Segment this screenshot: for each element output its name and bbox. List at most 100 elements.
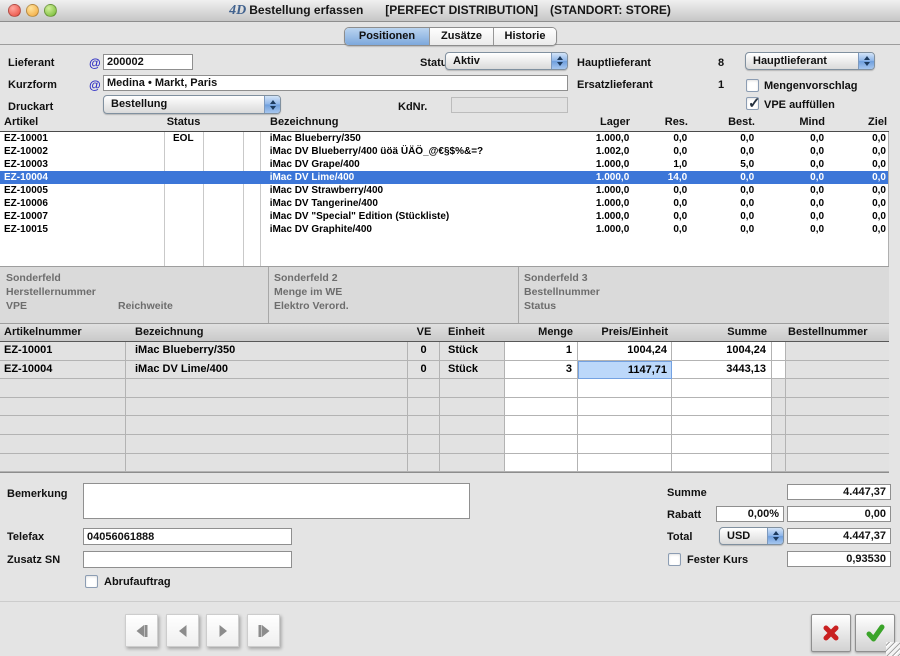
- rabatt-amount-field[interactable]: 0,00: [787, 506, 891, 522]
- elektro-verord-label: Elektro Verord.: [274, 300, 349, 312]
- col-bezeichnung2-header: Bezeichnung: [126, 324, 408, 341]
- kurs-field[interactable]: 0,93530: [787, 551, 891, 567]
- position-row-empty[interactable]: [0, 435, 889, 454]
- ersatzlieferant-count: 1: [714, 79, 728, 91]
- bestellung-erfassen-window: 4DBestellung erfassen [PERFECT DISTRIBUTI…: [0, 0, 900, 656]
- col-bestellnummer-header: Bestellnummer: [786, 324, 889, 341]
- article-row[interactable]: EZ-10003iMac DV Grape/4001.000,01,05,00,…: [0, 158, 888, 171]
- hauptlieferant-label: Hauptlieferant: [577, 57, 651, 69]
- ersatzlieferant-label: Ersatzlieferant: [577, 79, 653, 91]
- article-row[interactable]: EZ-10007iMac DV "Special" Edition (Stück…: [0, 210, 888, 223]
- popup-arrows-icon: [264, 96, 280, 113]
- article-row[interactable]: EZ-10015iMac DV Graphite/4001.000,00,00,…: [0, 223, 888, 236]
- position-row-empty[interactable]: [0, 379, 889, 398]
- 4d-logo-icon: 4D: [229, 3, 246, 18]
- tab-historie[interactable]: Historie: [494, 28, 556, 45]
- position-row-empty[interactable]: [0, 416, 889, 435]
- articles-table: EZ-10001EOLiMac Blueberry/3501.000,00,00…: [0, 132, 889, 266]
- nav-first-button[interactable]: [125, 614, 158, 647]
- window-title-app: Bestellung erfassen: [249, 3, 363, 17]
- article-row[interactable]: EZ-10005iMac DV Strawberry/4001.000,00,0…: [0, 184, 888, 197]
- first-record-icon: [133, 622, 151, 640]
- kurzform-label: Kurzform: [8, 79, 57, 91]
- previous-record-icon: [174, 622, 192, 640]
- reichweite-label: Reichweite: [118, 300, 173, 312]
- bemerkung-textarea[interactable]: [83, 483, 470, 519]
- positions-table-header: Artikelnummer Bezeichnung VE Einheit Men…: [0, 324, 889, 342]
- total-field: 4.447,37: [787, 528, 891, 544]
- col-best-header: Best.: [690, 114, 757, 131]
- nav-previous-button[interactable]: [166, 614, 199, 647]
- col-artikelnummer-header: Artikelnummer: [0, 324, 126, 341]
- total-label: Total: [667, 531, 692, 543]
- vpe-label: VPE: [6, 300, 27, 312]
- summe-label: Summe: [667, 487, 707, 499]
- fester-kurs-checkbox[interactable]: [668, 553, 681, 566]
- nav-next-button[interactable]: [206, 614, 239, 647]
- summe-cell[interactable]: 3443,13: [672, 361, 772, 380]
- window-title: 4DBestellung erfassen [PERFECT DISTRIBUTI…: [0, 3, 900, 19]
- bestellnummer-label: Bestellnummer: [524, 286, 600, 298]
- position-row[interactable]: EZ-10004 iMac DV Lime/400 0 Stück 3 1147…: [0, 361, 889, 380]
- abrufauftrag-checkbox[interactable]: [85, 575, 98, 588]
- abrufauftrag-label: Abrufauftrag: [104, 576, 171, 588]
- kurzform-input[interactable]: [103, 75, 568, 91]
- telefax-input[interactable]: [83, 528, 292, 545]
- vpe-auffuellen-checkbox[interactable]: [746, 97, 759, 110]
- rabatt-label: Rabatt: [667, 509, 701, 521]
- position-row[interactable]: EZ-10001 iMac Blueberry/350 0 Stück 1 10…: [0, 342, 889, 361]
- article-row[interactable]: EZ-10001EOLiMac Blueberry/3501.000,00,00…: [0, 132, 888, 145]
- menge-cell[interactable]: 3: [505, 361, 578, 380]
- zusatz-sn-input[interactable]: [83, 551, 292, 568]
- articles-table-header: Artikel Status Bezeichnung Lager Res. Be…: [0, 114, 889, 132]
- preis-cell[interactable]: 1004,24: [578, 342, 672, 361]
- popup-arrows-icon: [551, 53, 567, 69]
- status-dropdown[interactable]: Aktiv: [445, 52, 568, 70]
- tab-positionen[interactable]: Positionen: [345, 28, 430, 45]
- article-row-selected[interactable]: EZ-10004iMac DV Lime/4001.000,014,00,00,…: [0, 171, 888, 184]
- confirm-check-icon: [864, 622, 886, 644]
- menge-im-we-label: Menge im WE: [274, 286, 342, 298]
- article-row[interactable]: EZ-10006iMac DV Tangerine/4001.000,00,00…: [0, 197, 888, 210]
- fester-kurs-label: Fester Kurs: [687, 554, 748, 566]
- rabatt-percent-field[interactable]: 0,00%: [716, 506, 784, 522]
- footer-divider: [0, 601, 900, 602]
- cancel-button[interactable]: [811, 614, 851, 652]
- col-res-header: Res.: [632, 114, 690, 131]
- zusatz-sn-label: Zusatz SN: [7, 554, 60, 566]
- col-mind-header: Mind: [757, 114, 827, 131]
- sonderfeld-label: Sonderfeld: [6, 272, 61, 284]
- lieferant-input[interactable]: [103, 54, 193, 70]
- hauptlieferant-count: 8: [714, 57, 728, 69]
- kurzform-at-icon[interactable]: @: [89, 78, 101, 92]
- position-row-empty[interactable]: [0, 398, 889, 417]
- resize-grip[interactable]: [886, 642, 900, 656]
- summe-cell[interactable]: 1004,24: [672, 342, 772, 361]
- article-row[interactable]: EZ-10002iMac DV Blueberry/400 üöä ÜÄÖ_@€…: [0, 145, 888, 158]
- nav-last-button[interactable]: [247, 614, 280, 647]
- status-panel-label: Status: [524, 300, 556, 312]
- window-title-db: [PERFECT DISTRIBUTION]: [385, 3, 538, 17]
- preis-cell-selected[interactable]: 1147,71: [578, 361, 672, 380]
- kdnr-label: KdNr.: [398, 101, 427, 113]
- currency-dropdown[interactable]: USD: [719, 527, 784, 545]
- position-row-empty[interactable]: [0, 454, 889, 473]
- lieferant-at-icon[interactable]: @: [89, 56, 101, 70]
- sonderfeld-panel: Sonderfeld Herstellernummer VPE Reichwei…: [0, 266, 889, 324]
- mengenvorschlag-checkbox[interactable]: [746, 79, 759, 92]
- druckart-label: Druckart: [8, 101, 53, 113]
- popup-arrows-icon: [767, 528, 783, 544]
- last-record-icon: [255, 622, 273, 640]
- summe-field: 4.447,37: [787, 484, 891, 500]
- telefax-label: Telefax: [7, 531, 44, 543]
- window-title-site: (STANDORT: STORE): [550, 3, 671, 17]
- col-status-header: Status: [164, 114, 203, 131]
- hauptlieferant-dropdown[interactable]: Hauptlieferant: [745, 52, 875, 70]
- col-menge-header: Menge: [505, 324, 578, 341]
- vpe-auffuellen-label: VPE auffüllen: [764, 99, 835, 111]
- sonderfeld2-label: Sonderfeld 2: [274, 272, 338, 284]
- druckart-dropdown[interactable]: Bestellung: [103, 95, 281, 114]
- tab-zusaetze[interactable]: Zusätze: [430, 28, 494, 45]
- positions-table: EZ-10001 iMac Blueberry/350 0 Stück 1 10…: [0, 342, 889, 473]
- menge-cell[interactable]: 1: [505, 342, 578, 361]
